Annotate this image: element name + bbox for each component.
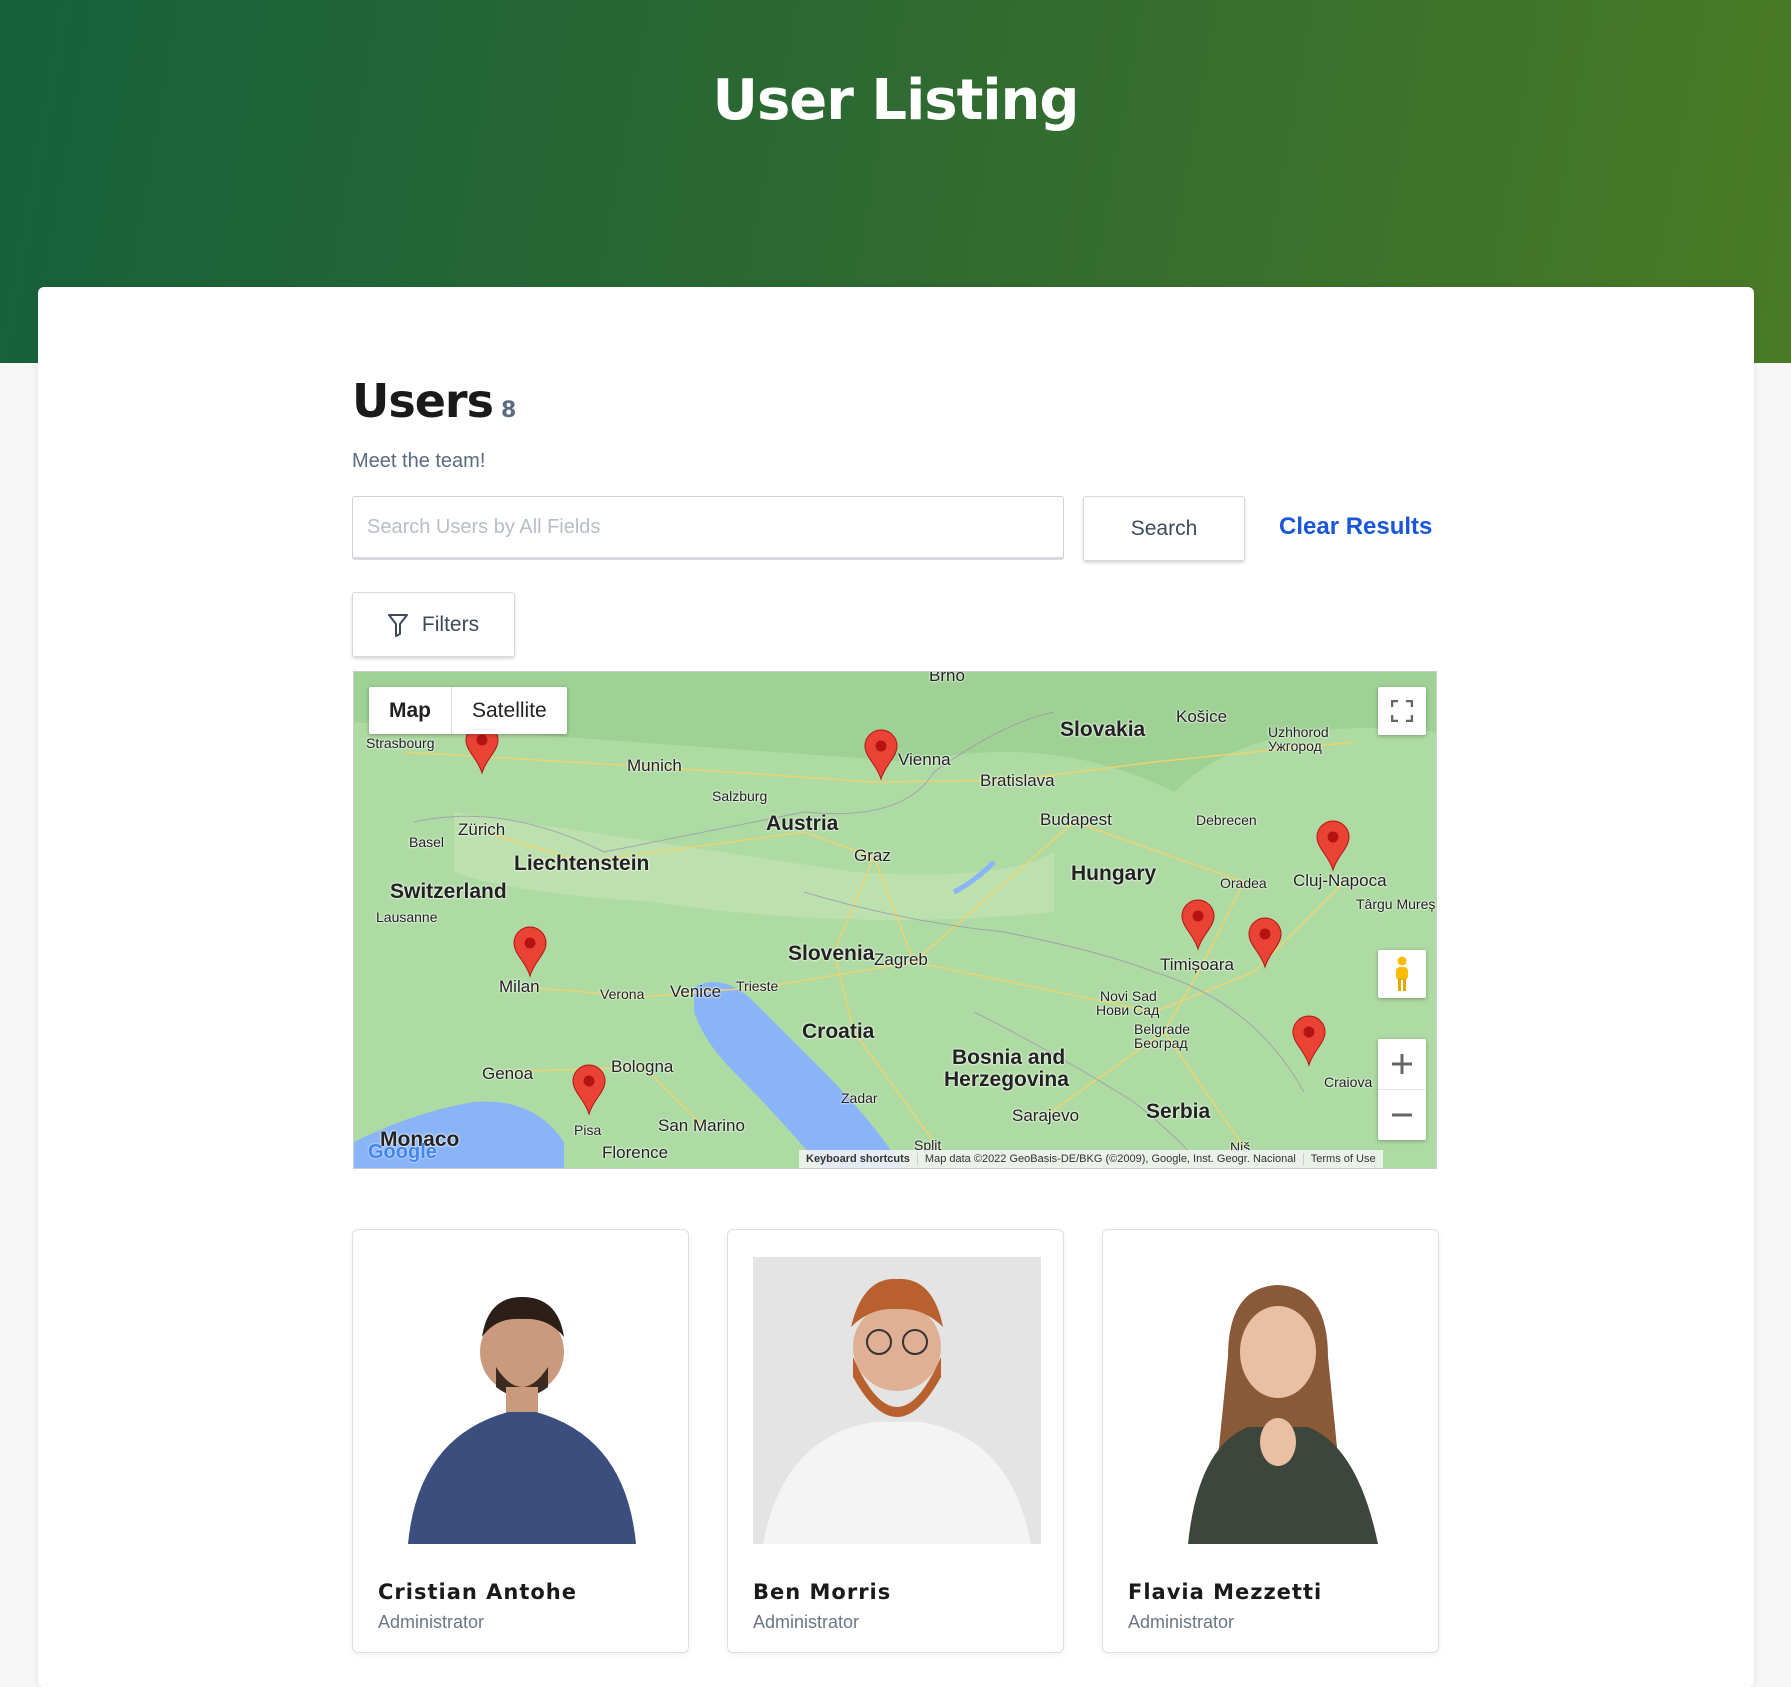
users-title: Users 8: [352, 374, 516, 428]
map-marker[interactable]: [1181, 899, 1215, 951]
user-photo: [378, 1257, 666, 1544]
map-markers: [465, 723, 1350, 1116]
users-count: 8: [501, 398, 517, 423]
users-map[interactable]: Brno Strasbourg Munich Salzburg Vienna Bratis…: [353, 671, 1437, 1169]
user-card[interactable]: Flavia Mezzetti Administrator: [1102, 1229, 1439, 1653]
clear-results-link[interactable]: Clear Results: [1279, 513, 1432, 541]
map-type-satellite[interactable]: Satellite: [452, 687, 567, 734]
user-card[interactable]: Ben Morris Administrator: [727, 1229, 1064, 1653]
user-role: Administrator: [753, 1612, 860, 1632]
street-view-pegman[interactable]: [1378, 950, 1426, 998]
user-role: Administrator: [1128, 1612, 1235, 1632]
map-type-toggle[interactable]: Map Satellite: [369, 687, 567, 734]
user-card[interactable]: Cristian Antohe Administrator: [352, 1229, 689, 1653]
google-logo: Google: [368, 1141, 437, 1163]
user-role: Administrator: [378, 1612, 485, 1632]
minus-icon: [1392, 1113, 1412, 1116]
map-marker[interactable]: [1316, 820, 1350, 872]
filters-button[interactable]: Filters: [352, 592, 515, 657]
terms-of-use-link[interactable]: Terms of Use: [1304, 1153, 1383, 1165]
zoom-controls: [1378, 1039, 1426, 1140]
search-button[interactable]: Search: [1083, 496, 1245, 561]
zoom-out-button[interactable]: [1378, 1090, 1426, 1140]
filter-icon: [387, 613, 408, 637]
users-heading: Users: [352, 374, 494, 428]
map-marker[interactable]: [1292, 1015, 1326, 1067]
filters-label: Filters: [421, 612, 480, 636]
map-type-map[interactable]: Map: [369, 687, 452, 734]
user-photo: [1128, 1257, 1416, 1544]
fullscreen-button[interactable]: [1378, 687, 1426, 735]
user-name[interactable]: Cristian Antohe: [378, 1580, 577, 1604]
map-data-attribution: Map data ©2022 GeoBasis-DE/BKG (©2009), …: [918, 1153, 1304, 1165]
fullscreen-icon: [1391, 700, 1413, 722]
user-name[interactable]: Flavia Mezzetti: [1128, 1580, 1322, 1604]
map-marker[interactable]: [864, 729, 898, 781]
user-photo: [753, 1257, 1041, 1544]
search-input[interactable]: [352, 496, 1064, 560]
zoom-in-button[interactable]: [1378, 1040, 1426, 1090]
pegman-icon: [1396, 956, 1408, 991]
users-subtitle: Meet the team!: [352, 450, 486, 472]
map-footer: Keyboard shortcuts Map data ©2022 GeoBas…: [799, 1150, 1383, 1168]
map-marker[interactable]: [513, 926, 547, 978]
plus-icon: [1392, 1054, 1412, 1074]
user-name[interactable]: Ben Morris: [753, 1580, 891, 1604]
map-marker[interactable]: [1248, 917, 1282, 969]
map-marker[interactable]: [572, 1064, 606, 1116]
keyboard-shortcuts-link[interactable]: Keyboard shortcuts: [799, 1153, 918, 1165]
page-header-title: User Listing: [712, 68, 1079, 133]
